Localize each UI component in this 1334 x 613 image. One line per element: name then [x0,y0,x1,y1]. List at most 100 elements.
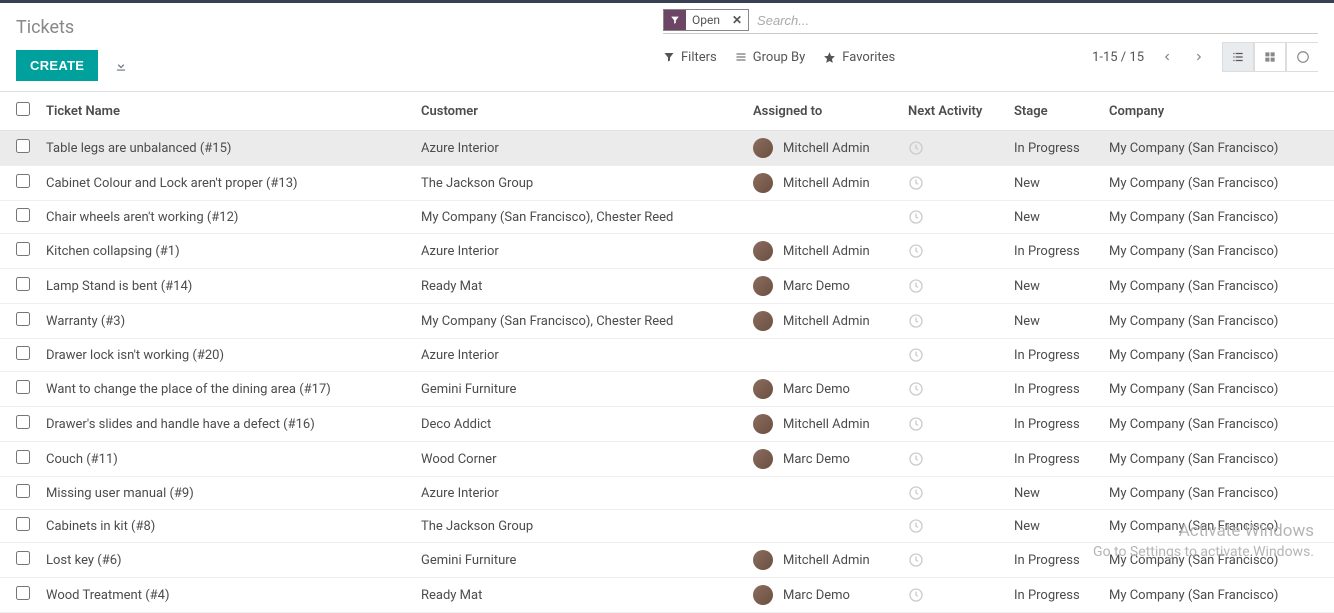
table-row[interactable]: Drawer lock isn't working (#20)Azure Int… [0,339,1334,372]
table-row[interactable]: Cabinet Colour and Lock aren't proper (#… [0,166,1334,201]
view-kanban-button[interactable] [1254,42,1286,72]
cell-activity[interactable] [900,543,1006,578]
cell-ticket-name: Lamp Stand is bent (#14) [38,269,413,304]
row-checkbox[interactable] [16,312,30,326]
download-icon[interactable] [114,59,128,73]
filters-button[interactable]: Filters [663,50,717,65]
cell-customer: Azure Interior [413,477,745,510]
row-checkbox[interactable] [16,450,30,464]
row-checkbox[interactable] [16,242,30,256]
assigned-name: Marc Demo [783,588,850,603]
avatar [753,241,773,261]
row-checkbox[interactable] [16,277,30,291]
row-checkbox[interactable] [16,380,30,394]
table-row[interactable]: Lamp Stand is bent (#14)Ready MatMarc De… [0,269,1334,304]
cell-company: My Company (San Francisco) [1101,372,1334,407]
row-checkbox[interactable] [16,415,30,429]
cell-ticket-name: Cabinet Colour and Lock aren't proper (#… [38,166,413,201]
cell-company: My Company (San Francisco) [1101,201,1334,234]
cell-assigned: Marc Demo [745,372,900,407]
create-button[interactable]: CREATE [16,50,98,81]
column-header-company[interactable]: Company [1101,92,1334,131]
row-checkbox[interactable] [16,346,30,360]
clock-icon [908,485,998,501]
column-header-name[interactable]: Ticket Name [38,92,413,131]
star-icon [823,51,836,64]
cell-activity[interactable] [900,477,1006,510]
cell-company: My Company (San Francisco) [1101,304,1334,339]
cell-activity[interactable] [900,372,1006,407]
clock-icon [908,175,998,191]
column-header-customer[interactable]: Customer [413,92,745,131]
clock-icon [908,278,998,294]
cell-company: My Company (San Francisco) [1101,339,1334,372]
cell-activity[interactable] [900,339,1006,372]
cell-company: My Company (San Francisco) [1101,442,1334,477]
page-title: Tickets [16,17,128,38]
column-header-assigned[interactable]: Assigned to [745,92,900,131]
cell-ticket-name: Drawer's slides and handle have a defect… [38,407,413,442]
view-list-button[interactable] [1222,42,1254,72]
cell-company: My Company (San Francisco) [1101,131,1334,166]
pager-prev[interactable] [1158,46,1176,68]
table-row[interactable]: Couch (#11)Wood CornerMarc DemoIn Progre… [0,442,1334,477]
table-row[interactable]: Warranty (#3)My Company (San Francisco),… [0,304,1334,339]
table-row[interactable]: Want to change the place of the dining a… [0,372,1334,407]
avatar [753,276,773,296]
row-checkbox[interactable] [16,139,30,153]
assigned-name: Mitchell Admin [783,553,870,568]
cell-stage: New [1006,304,1101,339]
filter-tag-remove[interactable]: ✕ [726,13,748,27]
clock-icon [908,347,998,363]
cell-activity[interactable] [900,234,1006,269]
row-checkbox[interactable] [16,517,30,531]
cell-stage: New [1006,510,1101,543]
cell-activity[interactable] [900,269,1006,304]
favorites-button[interactable]: Favorites [823,50,895,65]
cell-company: My Company (San Francisco) [1101,407,1334,442]
cell-customer: My Company (San Francisco), Chester Reed [413,304,745,339]
cell-ticket-name: Drawer lock isn't working (#20) [38,339,413,372]
table-row[interactable]: Table legs are unbalanced (#15)Azure Int… [0,131,1334,166]
column-header-stage[interactable]: Stage [1006,92,1101,131]
table-row[interactable]: Drawer's slides and handle have a defect… [0,407,1334,442]
row-checkbox[interactable] [16,174,30,188]
row-checkbox[interactable] [16,484,30,498]
cell-activity[interactable] [900,510,1006,543]
cell-activity[interactable] [900,442,1006,477]
search-bar[interactable]: Open ✕ [663,9,1318,34]
cell-stage: In Progress [1006,234,1101,269]
table-row[interactable]: Missing user manual (#9)Azure InteriorNe… [0,477,1334,510]
cell-company: My Company (San Francisco) [1101,269,1334,304]
table-row[interactable]: Lost key (#6)Gemini FurnitureMitchell Ad… [0,543,1334,578]
pager-next[interactable] [1190,46,1208,68]
cell-assigned [745,477,900,510]
table-row[interactable]: Kitchen collapsing (#1)Azure InteriorMit… [0,234,1334,269]
clock-icon [908,140,998,156]
row-checkbox[interactable] [16,586,30,600]
column-header-activity[interactable]: Next Activity [900,92,1006,131]
table-row[interactable]: Cabinets in kit (#8)The Jackson GroupNew… [0,510,1334,543]
row-checkbox[interactable] [16,208,30,222]
cell-company: My Company (San Francisco) [1101,543,1334,578]
avatar [753,138,773,158]
assigned-name: Mitchell Admin [783,314,870,329]
list-view-icon [1231,50,1245,64]
cell-stage: New [1006,201,1101,234]
table-row[interactable]: Chair wheels aren't working (#12)My Comp… [0,201,1334,234]
assigned-name: Marc Demo [783,452,850,467]
view-other-button[interactable] [1286,42,1318,72]
filter-tag-open: Open ✕ [663,9,749,31]
cell-assigned: Mitchell Admin [745,166,900,201]
clock-icon [908,209,998,225]
cell-activity[interactable] [900,304,1006,339]
cell-activity[interactable] [900,201,1006,234]
cell-activity[interactable] [900,131,1006,166]
row-checkbox[interactable] [16,551,30,565]
cell-activity[interactable] [900,407,1006,442]
cell-activity[interactable] [900,166,1006,201]
search-input[interactable] [749,9,1318,31]
select-all-checkbox[interactable] [16,102,30,116]
group-by-button[interactable]: Group By [735,50,806,65]
cell-stage: In Progress [1006,372,1101,407]
